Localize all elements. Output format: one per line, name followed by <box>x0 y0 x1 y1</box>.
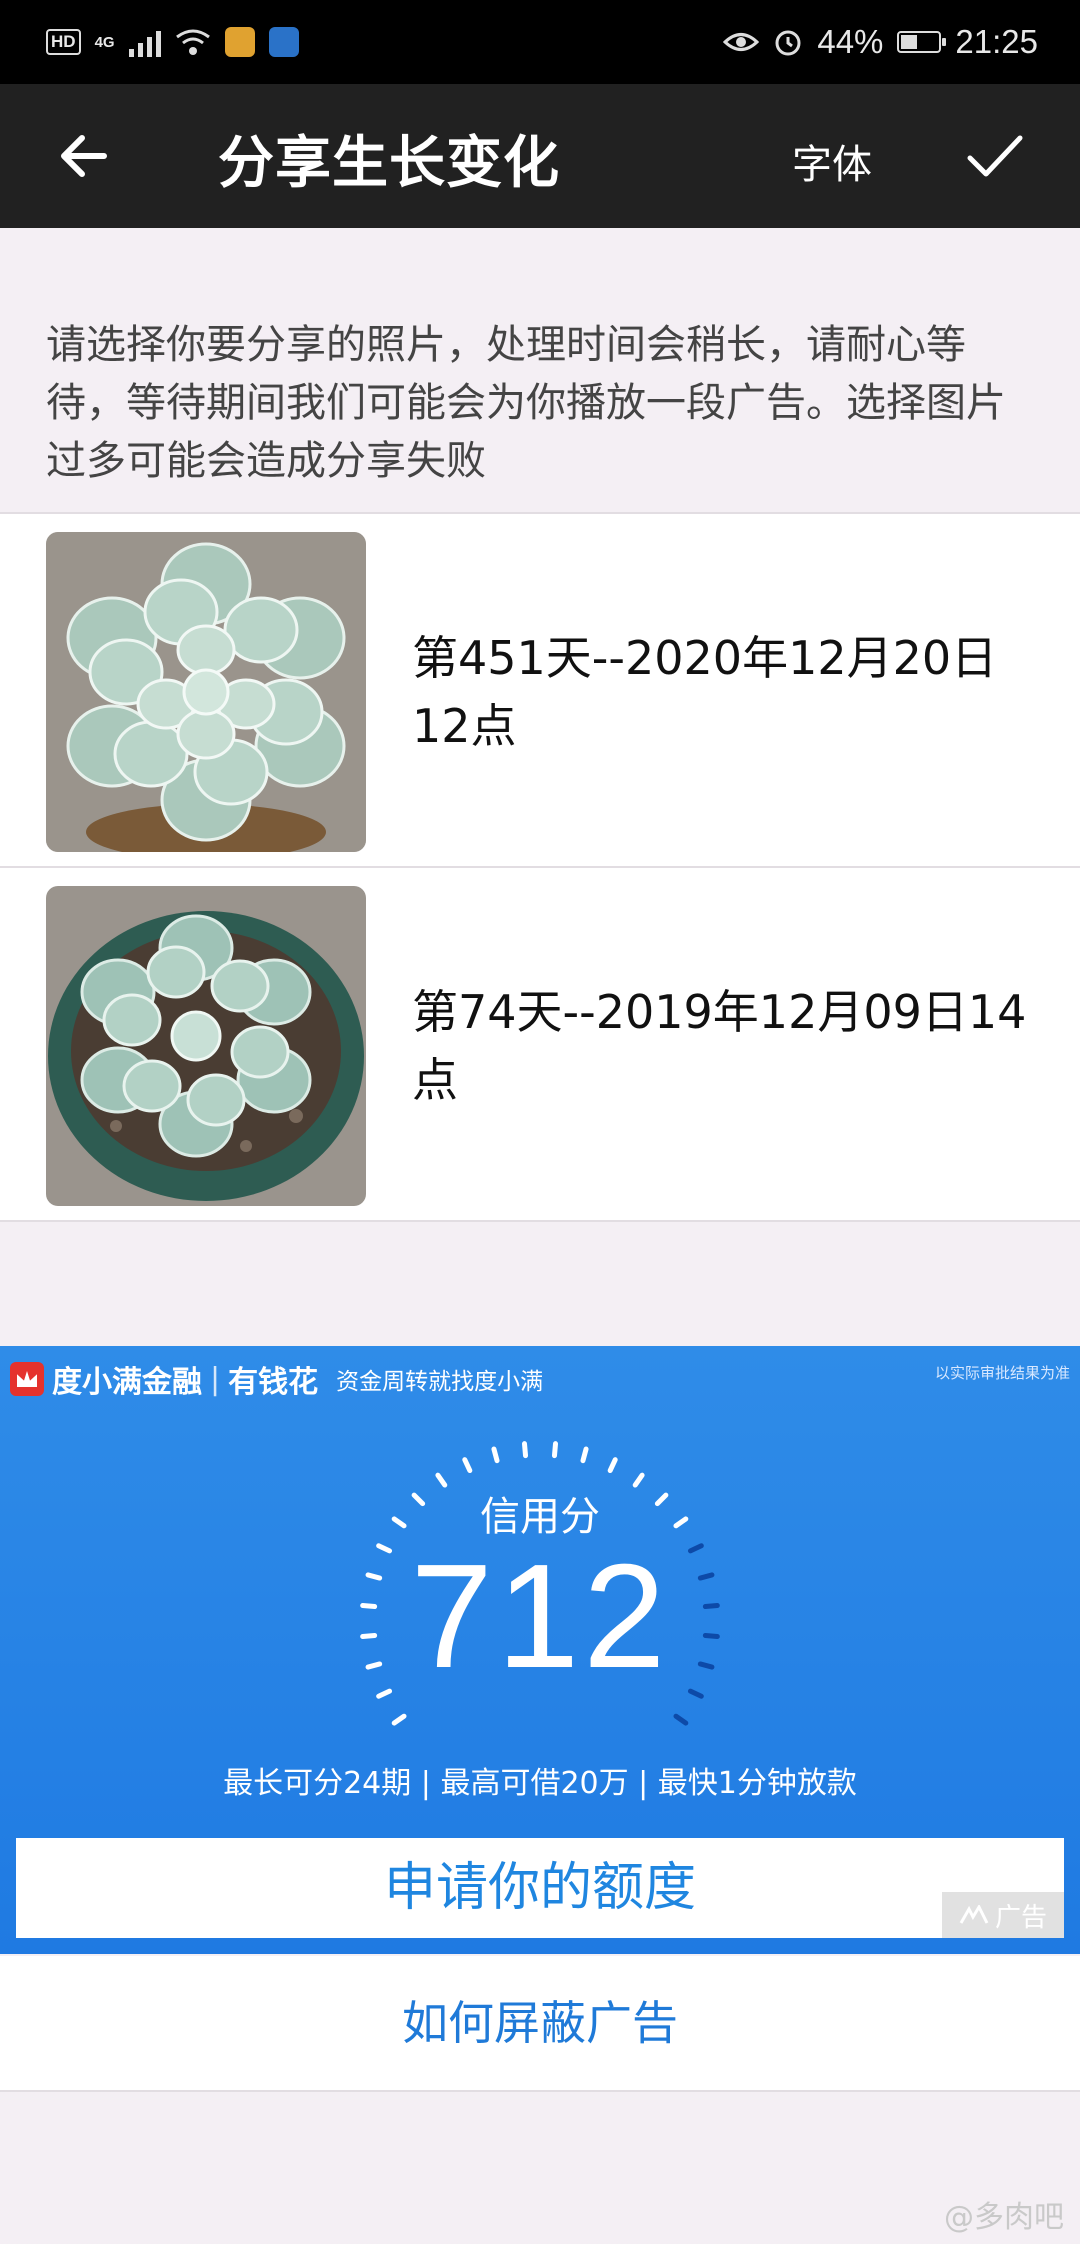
gauge-tick <box>580 1446 589 1464</box>
gauge-tick <box>521 1441 529 1459</box>
photo-item[interactable]: 第451天--2020年12月20日12点 <box>0 512 1080 866</box>
page-title: 分享生长变化 <box>218 131 560 196</box>
eye-icon <box>723 33 760 51</box>
wifi-icon <box>175 29 210 55</box>
ad-logo-icon <box>959 1905 989 1924</box>
clock: 21:25 <box>955 23 1038 60</box>
confirm-check-icon[interactable] <box>962 124 1026 188</box>
hd-icon: HD <box>46 29 81 55</box>
battery-icon <box>897 31 947 53</box>
advertisement[interactable]: 度小满金融 | 有钱花 资金周转就找度小满 以实际审批结果为准 信用分 712 … <box>0 1346 1080 1954</box>
ad-features: 最长可分24期 | 最高可借20万 | 最快1分钟放款 <box>223 1766 857 1801</box>
credit-score: 712 <box>410 1534 670 1699</box>
gauge-tick <box>391 1713 407 1726</box>
battery-percent: 44% <box>817 23 884 60</box>
ad-slogan: 资金周转就找度小满 <box>336 1369 544 1395</box>
photo-list: 第451天--2020年12月20日12点 第74天--2019年12月09日1… <box>0 512 1080 1222</box>
gauge-tick <box>491 1446 500 1464</box>
photo-date-label: 第74天--2019年12月09日14点 <box>412 985 1027 1107</box>
ad-header: 度小满金融 | 有钱花 资金周转就找度小满 <box>10 1354 543 1404</box>
apply-credit-button[interactable]: 申请你的额度 <box>16 1838 1064 1938</box>
network-type: 4G <box>94 33 115 51</box>
photo-item[interactable]: 第74天--2019年12月09日14点 <box>0 866 1080 1222</box>
status-bar: HD 4G 44% 21:25 <box>0 0 1080 84</box>
hide-ads-link[interactable]: 如何屏蔽广告 <box>0 1956 1080 2092</box>
ad-tag-label: 广告 <box>994 1902 1047 1933</box>
brand-logo-icon <box>10 1362 44 1396</box>
photo-date-label: 第451天--2020年12月20日12点 <box>412 631 998 753</box>
ad-separator: | <box>210 1361 221 1397</box>
app-bar: 分享生长变化 字体 <box>0 84 1080 228</box>
app-notification-icon <box>224 27 255 57</box>
ad-disclaimer: 以实际审批结果为准 <box>934 1364 1070 1382</box>
gauge-tick <box>673 1713 689 1726</box>
font-button[interactable]: 字体 <box>792 132 872 190</box>
watermark: @多肉吧 <box>944 2200 1064 2235</box>
succulent-photo <box>46 532 366 852</box>
ad-product: 有钱花 <box>228 1365 319 1400</box>
gauge-tick <box>462 1457 473 1474</box>
instructions-text: 请选择你要分享的照片，处理时间会稍长，请耐心等待，等待期间我们可能会为你播放一段… <box>46 322 1006 484</box>
ad-brand: 度小满金融 <box>52 1365 202 1400</box>
signal-icon <box>128 27 161 57</box>
succulent-photo <box>46 886 366 1206</box>
ad-tag: 广告 <box>942 1892 1064 1938</box>
shield-icon <box>268 27 299 57</box>
back-arrow-icon[interactable] <box>52 124 116 188</box>
alarm-icon <box>775 30 801 56</box>
gauge-tick <box>551 1441 559 1459</box>
gauge-tick <box>607 1457 618 1474</box>
